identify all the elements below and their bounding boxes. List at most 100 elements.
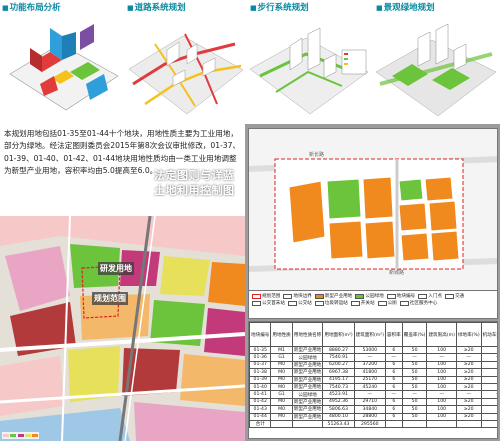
table-cell: 01-44 (249, 412, 272, 421)
plan-road-label: 新城路 (389, 270, 405, 276)
land-use-table: 地块编号 用地性质 用地性质名称 用地面积(m²) 建筑面积(m²) 容积率 覆盖率(%) 建… (248, 321, 498, 439)
section-title: 法定图则与详蓝 土地利用控制图 (154, 168, 235, 198)
panel-title: 步行系统规划 (250, 1, 309, 13)
table-cell: 50 (401, 382, 428, 392)
table-row: 01-36G1公园绿地7540.91—————— (249, 353, 497, 362)
legend-item: 地块边界 (283, 293, 312, 299)
table-cell: 295560 (353, 419, 386, 429)
table-cell: — (401, 390, 428, 399)
legend-item: 新型产业用地 (314, 293, 352, 299)
legend-item: 交通 (444, 293, 464, 299)
table-cell: 1 (480, 382, 497, 392)
table-cell: ≥20 (455, 368, 482, 377)
table-cell: G1 (270, 353, 293, 362)
table-header-cell: 机动车泊位(个) (480, 322, 497, 347)
legend-item: 垃圾转运站 (314, 300, 348, 306)
table-cell: 7540.73 (322, 382, 355, 392)
table-cell: ≥20 (455, 360, 482, 370)
map-legend (2, 432, 40, 439)
table-cell: — (384, 390, 403, 399)
table-cell: 25170 (353, 375, 386, 384)
table-cell: 合计 (249, 419, 272, 429)
table-cell (291, 419, 324, 429)
table-row: 01-40M0新型产业用地7540.7345240650100≥201公交首末站 (249, 382, 497, 392)
land-use-map: 研发用地 规划范围 (0, 216, 245, 441)
table-cell: 6 (384, 412, 403, 421)
table-cell: 1 (480, 375, 497, 384)
map-label-rd: 研发用地 (98, 262, 134, 275)
table-cell: 01-40 (249, 382, 272, 392)
table-cell: 1 (480, 368, 497, 377)
table-cell: M0 (270, 382, 293, 392)
table-cell: 100 (426, 360, 457, 370)
legend-item: 开关站 (350, 300, 375, 306)
table-cell: 新型产业用地 (291, 345, 324, 355)
legend-line-2: 公交首末站 公交站 垃圾转运站 开关站 公厕 社区服务中心 (249, 299, 497, 307)
table-cell: 50 (401, 397, 428, 407)
legend-item: 公交站 (287, 300, 312, 306)
table-cell: ≥20 (455, 382, 482, 392)
map-label-scope: 规划范围 (92, 292, 128, 305)
table-cell: 37200 (353, 360, 386, 370)
legend-item: 地块编号 (386, 293, 415, 299)
table-cell: ≥20 (455, 405, 482, 414)
plan-legend: 规划范围 地块边界 新型产业用地 公园绿地 地块编号 入门点 交通 公交首末站 … (248, 291, 498, 319)
panel-title: 道路系统规划 (127, 1, 186, 13)
panel-title: 功能布局分析 (2, 1, 61, 13)
table-cell: 5806.63 (322, 405, 355, 414)
table-cell: 50 (401, 360, 428, 370)
table-row: 01-39M0新型产业用地4195.1725170650100≥201垃圾收集点… (249, 375, 497, 384)
table-cell: 新型产业用地 (291, 397, 324, 407)
table-header-cell: 用地性质 (270, 322, 293, 347)
legend-item: 公园绿地 (355, 293, 384, 299)
table-cell: M0 (270, 405, 293, 414)
table-cell: 41800 (353, 368, 386, 377)
table-row: 合计 51263.43 295560 (249, 419, 497, 429)
table-cell: — (426, 390, 457, 399)
table-cell: ≥20 (455, 345, 482, 355)
panel-road-system: 道路系统规划 (125, 0, 246, 124)
table-cell: 45240 (353, 382, 386, 392)
table-cell: — (353, 390, 386, 399)
table-cell: 01-37 (249, 360, 272, 370)
table-cell: 4952.36 (322, 397, 355, 407)
table-cell (455, 419, 482, 429)
table-cell (426, 419, 457, 429)
panel-landscape-green: 景观绿地规划 (372, 0, 500, 124)
table-cell: — (480, 390, 497, 399)
table-cell: — (455, 353, 482, 362)
table-cell: 53000 (353, 345, 386, 355)
table-cell: 50 (401, 368, 428, 377)
table-cell: 新型产业用地 (291, 375, 324, 384)
table-cell: 100 (426, 368, 457, 377)
section-title-line1: 法定图则与详蓝 (154, 169, 235, 182)
table-cell: 1 (480, 345, 497, 355)
table-cell: 50 (401, 412, 428, 421)
table-header-cell: 用地面积(m²) (322, 322, 355, 347)
table-cell: 01-41 (249, 390, 272, 399)
table-cell: — (353, 353, 386, 362)
table-cell: M0 (270, 368, 293, 377)
table-cell: 01-43 (249, 405, 272, 414)
table-cell: 6 (384, 368, 403, 377)
table-row: 01-43M0新型产业用地5806.6334840650100≥201公共充电站 (249, 405, 497, 414)
table-header-cell: 绿地率(%) (455, 322, 482, 347)
table-cell: 新型产业用地 (291, 368, 324, 377)
table-cell: — (384, 353, 403, 362)
table-cell: 01-36 (249, 353, 272, 362)
table-cell: — (455, 390, 482, 399)
table-cell: 6 (384, 397, 403, 407)
table-cell: 8880.27 (322, 345, 355, 355)
table-cell (480, 419, 497, 429)
table-row: 01-41G1公园绿地4523.91—————— (249, 390, 497, 399)
table-cell: M0 (270, 360, 293, 370)
land-use-control-plan: 新长路 新城路 (248, 128, 498, 291)
table-cell: 01-35 (249, 345, 272, 355)
table-row: 01-35M1新型产业用地8880.2753000650100≥201 (249, 345, 497, 355)
table-cell: M0 (270, 375, 293, 384)
table-header-row: 地块编号 用地性质 用地性质名称 用地面积(m²) 建筑面积(m²) 容积率 覆盖率(%) 建… (249, 322, 497, 347)
legend-line-1: 规划范围 地块边界 新型产业用地 公园绿地 地块编号 入门点 交通 (249, 291, 497, 299)
table-cell: 新型产业用地 (291, 412, 324, 421)
table-cell: 1 (480, 412, 497, 421)
plan-road-label: 新长路 (309, 152, 325, 158)
